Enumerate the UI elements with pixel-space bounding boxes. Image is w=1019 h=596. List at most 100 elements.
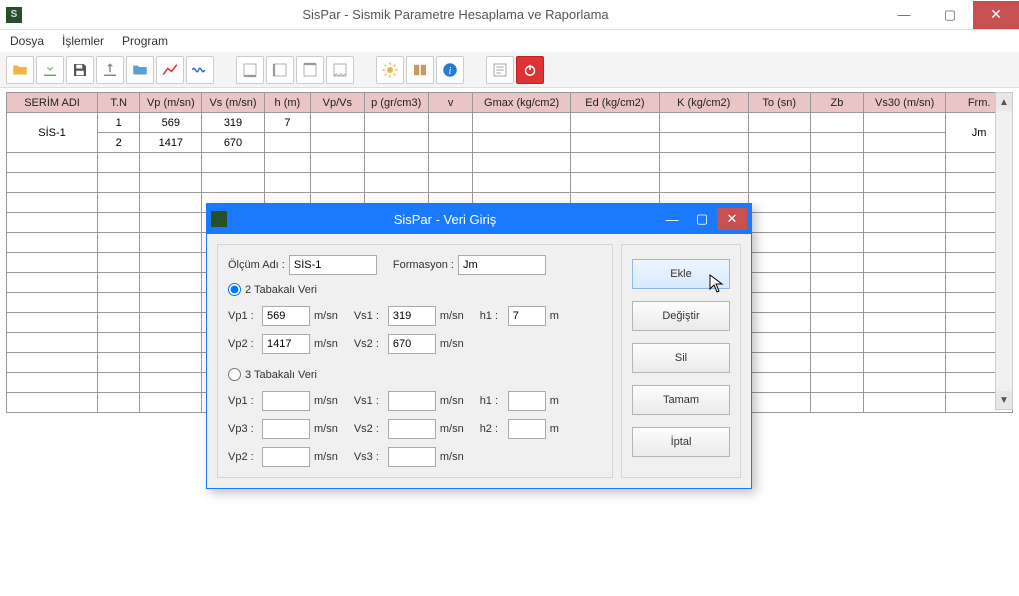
- cell-h[interactable]: [264, 133, 311, 153]
- cell-vp[interactable]: [140, 273, 202, 293]
- cell-k[interactable]: [659, 173, 748, 193]
- menu-islemler[interactable]: İşlemler: [56, 32, 110, 50]
- cell-vpvs[interactable]: [311, 153, 364, 173]
- scroll-down-icon[interactable]: ▼: [996, 391, 1012, 409]
- cell-p[interactable]: [364, 153, 428, 173]
- col-serim[interactable]: SERİM ADI: [7, 93, 98, 113]
- cell-tn[interactable]: [98, 373, 140, 393]
- cell-zb[interactable]: [810, 333, 863, 353]
- cell-p[interactable]: [364, 113, 428, 133]
- h1b-input[interactable]: [508, 391, 546, 411]
- cell-gmax[interactable]: [473, 133, 571, 153]
- cell-tn[interactable]: [98, 313, 140, 333]
- close-button[interactable]: ✕: [973, 1, 1019, 29]
- vp3-input[interactable]: [262, 419, 310, 439]
- cell-vp[interactable]: [140, 153, 202, 173]
- cell-zb[interactable]: [810, 133, 863, 153]
- cell-vpvs[interactable]: [311, 173, 364, 193]
- cell-to[interactable]: [748, 293, 810, 313]
- cell-serim[interactable]: [7, 373, 98, 393]
- cell-gmax[interactable]: [473, 113, 571, 133]
- cell-vp[interactable]: [140, 393, 202, 413]
- cell-vp[interactable]: [140, 233, 202, 253]
- vp2-input[interactable]: [262, 334, 310, 354]
- cell-v[interactable]: [428, 173, 472, 193]
- cell-to[interactable]: [748, 273, 810, 293]
- cell-vp[interactable]: [140, 353, 202, 373]
- cell-to[interactable]: [748, 373, 810, 393]
- cell-vs30[interactable]: [864, 313, 946, 333]
- col-tn[interactable]: T.N: [98, 93, 140, 113]
- cell-tn[interactable]: [98, 233, 140, 253]
- tab-c-icon[interactable]: [296, 56, 324, 84]
- cell-tn[interactable]: [98, 153, 140, 173]
- cell-zb[interactable]: [810, 393, 863, 413]
- sil-button[interactable]: Sil: [632, 343, 730, 373]
- cell-zb[interactable]: [810, 373, 863, 393]
- book-icon[interactable]: [406, 56, 434, 84]
- cell-serim[interactable]: [7, 213, 98, 233]
- cell-vs30[interactable]: [864, 233, 946, 253]
- cell-vp[interactable]: [140, 173, 202, 193]
- cell-gmax[interactable]: [473, 173, 571, 193]
- cell-vs30[interactable]: [864, 373, 946, 393]
- cell-p[interactable]: [364, 173, 428, 193]
- cell-vs30[interactable]: [864, 333, 946, 353]
- tab-a-icon[interactable]: [236, 56, 264, 84]
- cell-tn[interactable]: [98, 173, 140, 193]
- cell-vs[interactable]: 319: [202, 113, 264, 133]
- col-v[interactable]: v: [428, 93, 472, 113]
- open-icon[interactable]: [6, 56, 34, 84]
- cell-vpvs[interactable]: [311, 133, 364, 153]
- cell-zb[interactable]: [810, 253, 863, 273]
- cell-v[interactable]: [428, 133, 472, 153]
- cell-vs[interactable]: [202, 173, 264, 193]
- cell-k[interactable]: [659, 113, 748, 133]
- import-icon[interactable]: [36, 56, 64, 84]
- cell-h[interactable]: 7: [264, 113, 311, 133]
- radio-2-tabakali[interactable]: [228, 283, 241, 296]
- col-gmax[interactable]: Gmax (kg/cm2): [473, 93, 571, 113]
- cell-to[interactable]: [748, 193, 810, 213]
- cell-vs30[interactable]: [864, 393, 946, 413]
- cell-tn[interactable]: [98, 273, 140, 293]
- cell-serim[interactable]: [7, 233, 98, 253]
- cell-tn[interactable]: [98, 353, 140, 373]
- grid-scroll[interactable]: ▲ ▼: [995, 92, 1013, 410]
- cell-vs30[interactable]: [864, 153, 946, 173]
- cell-to[interactable]: [748, 133, 810, 153]
- cell-vp[interactable]: [140, 313, 202, 333]
- cell-to[interactable]: [748, 213, 810, 233]
- cell-zb[interactable]: [810, 153, 863, 173]
- col-vp[interactable]: Vp (m/sn): [140, 93, 202, 113]
- cell-vpvs[interactable]: [311, 113, 364, 133]
- cell-serim[interactable]: [7, 153, 98, 173]
- settings-icon[interactable]: [486, 56, 514, 84]
- cell-serim[interactable]: [7, 293, 98, 313]
- col-vs[interactable]: Vs (m/sn): [202, 93, 264, 113]
- table-row[interactable]: 21417670: [7, 133, 1013, 153]
- cell-vs[interactable]: 670: [202, 133, 264, 153]
- h2-input[interactable]: [508, 419, 546, 439]
- cell-vp[interactable]: 1417: [140, 133, 202, 153]
- table-row[interactable]: [7, 173, 1013, 193]
- folder-icon[interactable]: [126, 56, 154, 84]
- dialog-title-bar[interactable]: SisPar - Veri Giriş — ▢ ✕: [207, 204, 751, 234]
- tab-b-icon[interactable]: [266, 56, 294, 84]
- gear-icon[interactable]: [376, 56, 404, 84]
- cell-vp[interactable]: [140, 193, 202, 213]
- vs2-input[interactable]: [388, 334, 436, 354]
- cell-h[interactable]: [264, 173, 311, 193]
- cell-vs[interactable]: [202, 153, 264, 173]
- menu-program[interactable]: Program: [116, 32, 174, 50]
- scroll-up-icon[interactable]: ▲: [996, 93, 1012, 111]
- cell-k[interactable]: [659, 133, 748, 153]
- cell-tn[interactable]: [98, 333, 140, 353]
- export-icon[interactable]: [96, 56, 124, 84]
- col-k[interactable]: K (kg/cm2): [659, 93, 748, 113]
- cell-vs30[interactable]: [864, 213, 946, 233]
- degistir-button[interactable]: Değiştir: [632, 301, 730, 331]
- dialog-close-button[interactable]: ✕: [717, 208, 747, 230]
- col-zb[interactable]: Zb: [810, 93, 863, 113]
- vp2b-input[interactable]: [262, 447, 310, 467]
